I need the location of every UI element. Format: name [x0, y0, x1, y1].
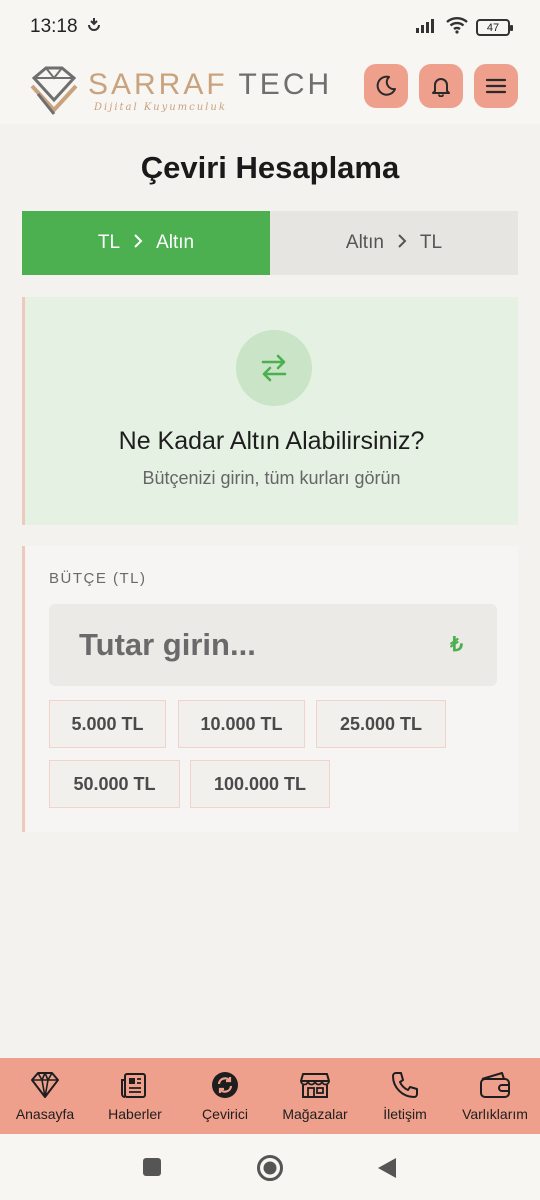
phone-icon — [388, 1068, 422, 1102]
nav-item-stores[interactable]: Mağazalar — [270, 1058, 360, 1134]
tab-from-label: Altın — [345, 232, 384, 253]
battery-indicator: 47 — [476, 19, 513, 36]
nav-label: Anasayfa — [15, 1106, 75, 1122]
menu-icon — [485, 78, 507, 94]
budget-card: BÜTÇE (TL) ₺ 5.000 TL 10.000 TL 25.000 T… — [22, 546, 518, 832]
preset-amount-button[interactable]: 10.000 TL — [178, 700, 305, 748]
wallet-icon — [478, 1068, 512, 1102]
bell-icon — [432, 78, 450, 97]
dark-mode-button[interactable] — [364, 64, 408, 108]
nav-label: İletişim — [383, 1106, 427, 1122]
signal-icon — [416, 17, 438, 38]
recent-apps-button[interactable] — [142, 1157, 162, 1182]
preset-amount-button[interactable]: 50.000 TL — [49, 760, 180, 808]
preset-amount-button[interactable]: 25.000 TL — [316, 700, 446, 748]
notifications-button[interactable] — [419, 64, 463, 108]
moon-icon — [376, 75, 396, 96]
tab-tl-to-gold[interactable]: TL Altın — [22, 211, 270, 275]
nav-label: Varlıklarım — [462, 1106, 528, 1122]
swap-arrows-icon — [236, 330, 312, 406]
newspaper-icon — [118, 1068, 152, 1102]
status-indicators: 47 — [416, 16, 513, 39]
converter-icon — [208, 1068, 242, 1102]
app-header: SARRAF TECH Dijital Kuyumculuk — [0, 54, 540, 124]
store-icon — [298, 1068, 332, 1102]
preset-amount-button[interactable]: 100.000 TL — [190, 760, 330, 808]
lira-icon: ₺ — [450, 634, 463, 656]
info-card-subtitle: Bütçenizi girin, tüm kurları görün — [142, 468, 401, 488]
conversion-direction-tabs: TL Altın Altın TL — [22, 211, 518, 275]
back-button[interactable] — [376, 1156, 398, 1185]
nav-label: Çevirici — [202, 1106, 248, 1122]
amount-input[interactable] — [49, 604, 497, 686]
nav-item-news[interactable]: Haberler — [90, 1058, 180, 1134]
system-navigation-bar — [0, 1134, 540, 1200]
nav-label: Haberler — [108, 1106, 162, 1122]
info-card: Ne Kadar Altın Alabilirsiniz? Bütçenizi … — [22, 297, 518, 525]
chevron-right-icon — [132, 232, 144, 255]
logo-diamond-icon — [30, 66, 78, 115]
tab-to-label: Altın — [156, 232, 195, 253]
menu-button[interactable] — [474, 64, 518, 108]
budget-label: BÜTÇE (TL) — [49, 570, 147, 587]
nav-item-home[interactable]: Anasayfa — [0, 1058, 90, 1134]
preset-amount-button[interactable]: 5.000 TL — [49, 700, 166, 748]
chevron-right-icon — [396, 232, 408, 255]
nav-item-converter[interactable]: Çevirici — [180, 1058, 270, 1134]
sarraftech-logo[interactable]: SARRAF TECH Dijital Kuyumculuk — [28, 62, 338, 120]
amount-field: ₺ — [49, 604, 497, 686]
sync-icon — [86, 17, 102, 38]
logo-tagline: Dijital Kuyumculuk — [94, 102, 227, 113]
info-card-title: Ne Kadar Altın Alabilirsiniz? — [118, 427, 425, 455]
page-title: Çeviri Hesaplama — [140, 150, 400, 185]
logo-wordmark: SARRAF TECH — [88, 68, 333, 101]
tab-gold-to-tl[interactable]: Altın TL — [270, 211, 518, 275]
tab-from-label: TL — [97, 232, 121, 253]
status-bar: 13:18 47 — [0, 0, 540, 54]
nav-item-contact[interactable]: İletişim — [360, 1058, 450, 1134]
tab-to-label: TL — [419, 232, 443, 253]
home-button[interactable] — [256, 1154, 284, 1187]
nav-label: Mağazalar — [282, 1106, 348, 1122]
nav-item-assets[interactable]: Varlıklarım — [450, 1058, 540, 1134]
bottom-navigation: Anasayfa Haberler Çevirici Mağazalar İle… — [0, 1058, 540, 1134]
wifi-icon — [446, 16, 468, 39]
diamond-icon — [28, 1068, 62, 1102]
status-time: 13:18 — [30, 16, 78, 37]
